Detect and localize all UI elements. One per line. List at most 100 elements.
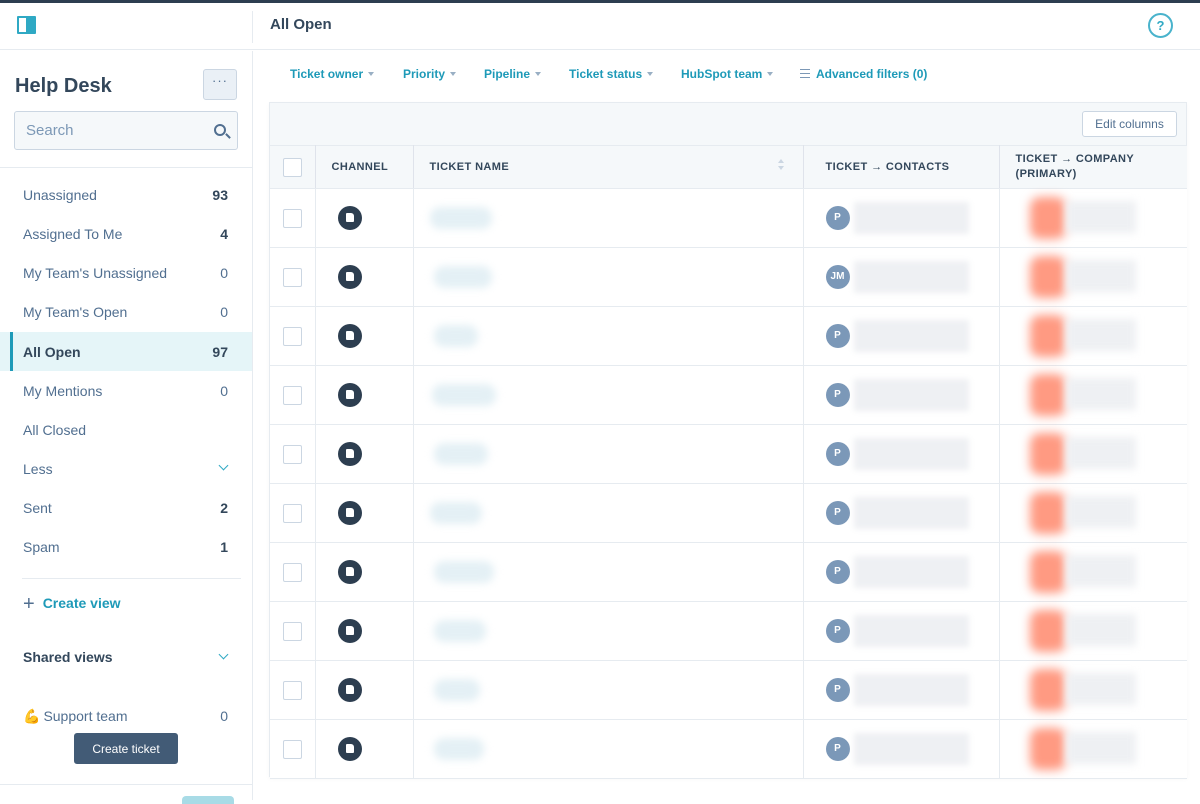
ticket-name-cell [413,247,804,307]
select-all-checkbox[interactable] [283,157,302,177]
company-logo [1029,315,1066,357]
row-checkbox[interactable] [283,621,302,641]
shared-view-label: Support team [43,708,128,724]
create-view-button[interactable]: + Create view [23,593,121,615]
table-row[interactable]: P [270,424,1187,484]
table-row[interactable]: P [270,188,1187,248]
contact-avatar: P [825,678,850,702]
sidebar-item-label: My Mentions [23,383,103,399]
row-checkbox[interactable] [283,680,302,700]
row-checkbox[interactable] [283,208,302,228]
sidebar-item-unassigned[interactable]: Unassigned 93 [0,175,252,214]
shared-views-label: Shared views [23,649,113,665]
contact-name-link[interactable] [853,320,969,352]
shared-views-toggle[interactable]: Shared views [0,646,252,670]
chevron-down-icon [218,649,229,660]
table-row[interactable]: P [270,601,1187,661]
filter-ticket-owner[interactable]: Ticket owner [290,67,375,81]
channel-cell [315,660,414,720]
ticket-name-link[interactable] [433,679,480,701]
table-row[interactable]: P [270,306,1187,366]
chevron-down-icon [218,460,229,471]
ticket-name-link[interactable] [433,620,486,642]
company-logo [1029,374,1066,416]
filter-pipeline[interactable]: Pipeline [484,67,542,81]
ticket-name-link[interactable] [433,266,492,288]
search-input[interactable] [15,112,195,149]
contact-name-link[interactable] [853,261,969,293]
contact-name-link[interactable] [853,438,969,470]
table-row[interactable]: P [270,365,1187,425]
row-checkbox[interactable] [283,326,302,346]
more-options-button[interactable]: ··· [203,69,237,100]
ticket-name-link[interactable] [433,561,494,583]
sidebar-item-spam[interactable]: Spam 1 [0,527,252,566]
help-icon[interactable]: ? [1148,13,1173,38]
sidebar-item-sent[interactable]: Sent 2 [0,488,252,527]
column-header-company[interactable]: TICKET → COMPANY (PRIMARY) [999,145,1187,189]
sidebar-item-my-team-s-open[interactable]: My Team's Open 0 [0,292,252,331]
row-checkbox[interactable] [283,444,302,464]
row-checkbox[interactable] [283,267,302,287]
column-header-contacts[interactable]: TICKET → CONTACTS [803,145,1000,189]
contact-name-link[interactable] [853,733,969,765]
row-checkbox[interactable] [283,385,302,405]
caret-down-icon [450,72,457,76]
row-checkbox[interactable] [283,562,302,582]
company-name-link[interactable] [1065,201,1136,233]
sidebar-item-all-open[interactable]: All Open 97 [0,332,252,371]
contact-name-link[interactable] [853,379,969,411]
contact-name-link[interactable] [853,674,969,706]
row-select-cell [270,660,316,720]
row-checkbox[interactable] [283,739,302,759]
sidebar-toggle-icon[interactable] [17,16,36,34]
company-name-link[interactable] [1065,673,1136,705]
contact-name-link[interactable] [853,202,969,234]
sidebar-item-my-mentions[interactable]: My Mentions 0 [0,371,252,410]
filter-ticket-status[interactable]: Ticket status [569,67,654,81]
company-logo [1029,197,1066,239]
filter-priority[interactable]: Priority [403,67,457,81]
toggle-switch[interactable] [182,796,234,804]
company-name-link[interactable] [1065,437,1136,469]
company-name-link[interactable] [1065,614,1136,646]
table-row[interactable]: JM [270,247,1187,307]
company-name-link[interactable] [1065,319,1136,351]
company-logo [1029,492,1066,534]
column-header-ticket-name[interactable]: TICKET NAME [413,145,804,189]
company-name-link[interactable] [1065,555,1136,587]
company-name-link[interactable] [1065,378,1136,410]
company-name-link[interactable] [1065,260,1136,292]
sidebar-item-less[interactable]: Less [0,449,252,488]
ticket-name-link[interactable] [431,384,496,406]
table-row[interactable]: P [270,483,1187,543]
company-name-link[interactable] [1065,732,1136,764]
ticket-name-link[interactable] [433,325,478,347]
ticket-name-cell [413,483,804,543]
column-header-label: TICKET NAME [429,160,510,173]
sidebar-item-my-team-s-unassigned[interactable]: My Team's Unassigned 0 [0,253,252,292]
ticket-name-link[interactable] [433,443,488,465]
ticket-name-link[interactable] [429,207,492,229]
filter-label: Advanced filters (0) [816,67,928,81]
edit-columns-button[interactable]: Edit columns [1082,111,1177,137]
filter-hubspot-team[interactable]: HubSpot team [681,67,774,81]
contact-name-link[interactable] [853,556,969,588]
search-icon[interactable] [214,124,226,136]
ticket-name-link[interactable] [429,502,482,524]
create-ticket-button[interactable]: Create ticket [74,733,178,764]
ticket-name-link[interactable] [433,738,484,760]
row-checkbox[interactable] [283,503,302,523]
shared-view-support-team[interactable]: 💪 Support team 0 [0,696,252,735]
filter-advanced-filters-0[interactable]: Advanced filters (0) [800,67,927,81]
table-row[interactable]: P [270,660,1187,720]
company-name-link[interactable] [1065,496,1136,528]
sidebar-item-assigned-to-me[interactable]: Assigned To Me 4 [0,214,252,253]
contact-name-link[interactable] [853,497,969,529]
sidebar-item-count: 97 [212,344,228,360]
column-header-channel[interactable]: CHANNEL [315,145,414,189]
contact-name-link[interactable] [853,615,969,647]
table-row[interactable]: P [270,719,1187,779]
table-row[interactable]: P [270,542,1187,602]
sidebar-item-all-closed[interactable]: All Closed [0,410,252,449]
